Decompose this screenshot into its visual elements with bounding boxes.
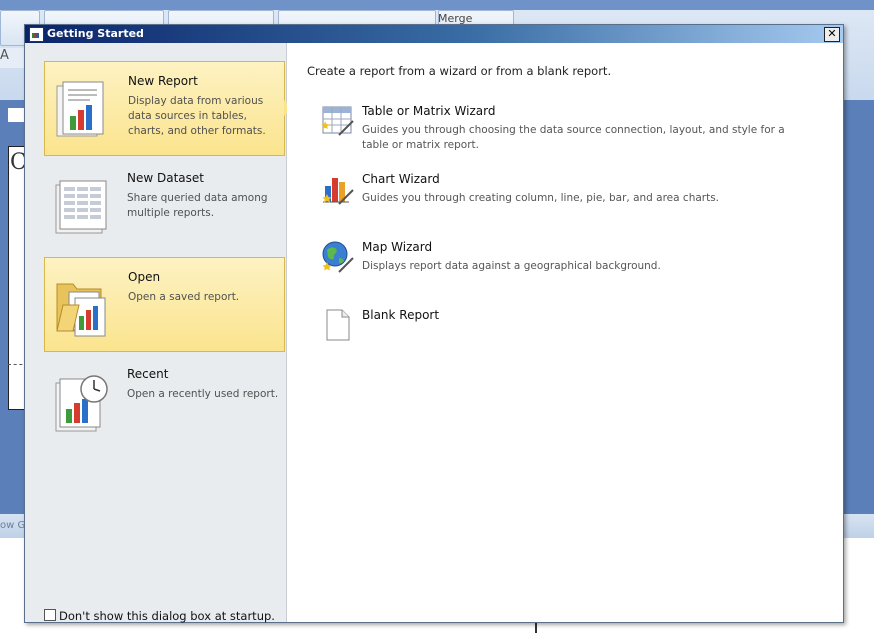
close-button[interactable]: ✕ bbox=[824, 27, 840, 42]
new-report-icon bbox=[56, 81, 104, 137]
nav-item-description: Open a recently used report. bbox=[127, 388, 279, 400]
nav-item-title: Recent bbox=[127, 367, 169, 381]
wizard-pane-intro: Create a report from a wizard or from a … bbox=[307, 64, 612, 78]
startup-checkbox[interactable] bbox=[44, 609, 56, 621]
open-folder-icon bbox=[56, 283, 106, 337]
nav-item-description: Display data from various data sources i… bbox=[128, 95, 266, 137]
report-builder-icon bbox=[29, 27, 44, 42]
nav-item-new-report[interactable]: New Report Display data from various dat… bbox=[44, 61, 292, 156]
wizard-description: Guides you through creating column, line… bbox=[362, 192, 720, 204]
wizard-title: Blank Report bbox=[362, 308, 440, 322]
wizard-pane: Create a report from a wizard or from a … bbox=[287, 43, 843, 622]
wizard-blank-report[interactable]: Blank Report bbox=[321, 308, 821, 368]
font-size-button: A bbox=[0, 48, 27, 68]
recent-report-icon bbox=[55, 375, 108, 432]
wizard-title: Chart Wizard bbox=[362, 172, 440, 186]
nav-item-title: Open bbox=[128, 270, 161, 284]
wizard-description: Displays report data against a geographi… bbox=[362, 260, 661, 272]
background-status-text: ow G bbox=[0, 520, 26, 531]
startup-checkbox-label: Don't show this dialog box at startup. bbox=[59, 609, 275, 623]
dialog-titlebar[interactable]: Getting Started ✕ bbox=[25, 25, 843, 43]
new-dataset-icon bbox=[55, 180, 107, 234]
wizard-title: Map Wizard bbox=[362, 240, 433, 254]
left-navigation-pane: New Report Display data from various dat… bbox=[25, 43, 292, 623]
startup-checkbox-row[interactable]: Don't show this dialog box at startup. bbox=[44, 609, 275, 623]
chart-wizard-icon bbox=[322, 178, 354, 205]
nav-item-open[interactable]: Open Open a saved report. bbox=[44, 257, 285, 352]
nav-item-description: Share queried data among multiple report… bbox=[127, 192, 268, 219]
map-wizard-icon bbox=[322, 241, 354, 273]
nav-item-title: New Report bbox=[128, 74, 198, 88]
nav-item-description: Open a saved report. bbox=[128, 291, 240, 303]
table-wizard-icon bbox=[321, 106, 354, 136]
background-ruler bbox=[8, 108, 24, 122]
dialog-title: Getting Started bbox=[47, 27, 144, 40]
wizard-map[interactable]: Map Wizard Displays report data against … bbox=[321, 240, 821, 300]
wizard-table-matrix[interactable]: Table or Matrix Wizard Guides you throug… bbox=[321, 104, 821, 164]
getting-started-dialog: Getting Started ✕ New Report Display dat… bbox=[24, 24, 844, 623]
nav-item-recent[interactable]: Recent Open a recently used report. bbox=[44, 355, 285, 450]
nav-item-new-dataset[interactable]: New Dataset Share queried data among mul… bbox=[44, 159, 285, 254]
background-title-strip bbox=[0, 0, 874, 10]
wizard-chart[interactable]: Chart Wizard Guides you through creating… bbox=[321, 172, 821, 232]
blank-report-icon bbox=[326, 309, 350, 341]
wizard-description: Guides you through choosing the data sou… bbox=[362, 124, 785, 151]
nav-item-title: New Dataset bbox=[127, 171, 204, 185]
wizard-title: Table or Matrix Wizard bbox=[362, 104, 496, 118]
